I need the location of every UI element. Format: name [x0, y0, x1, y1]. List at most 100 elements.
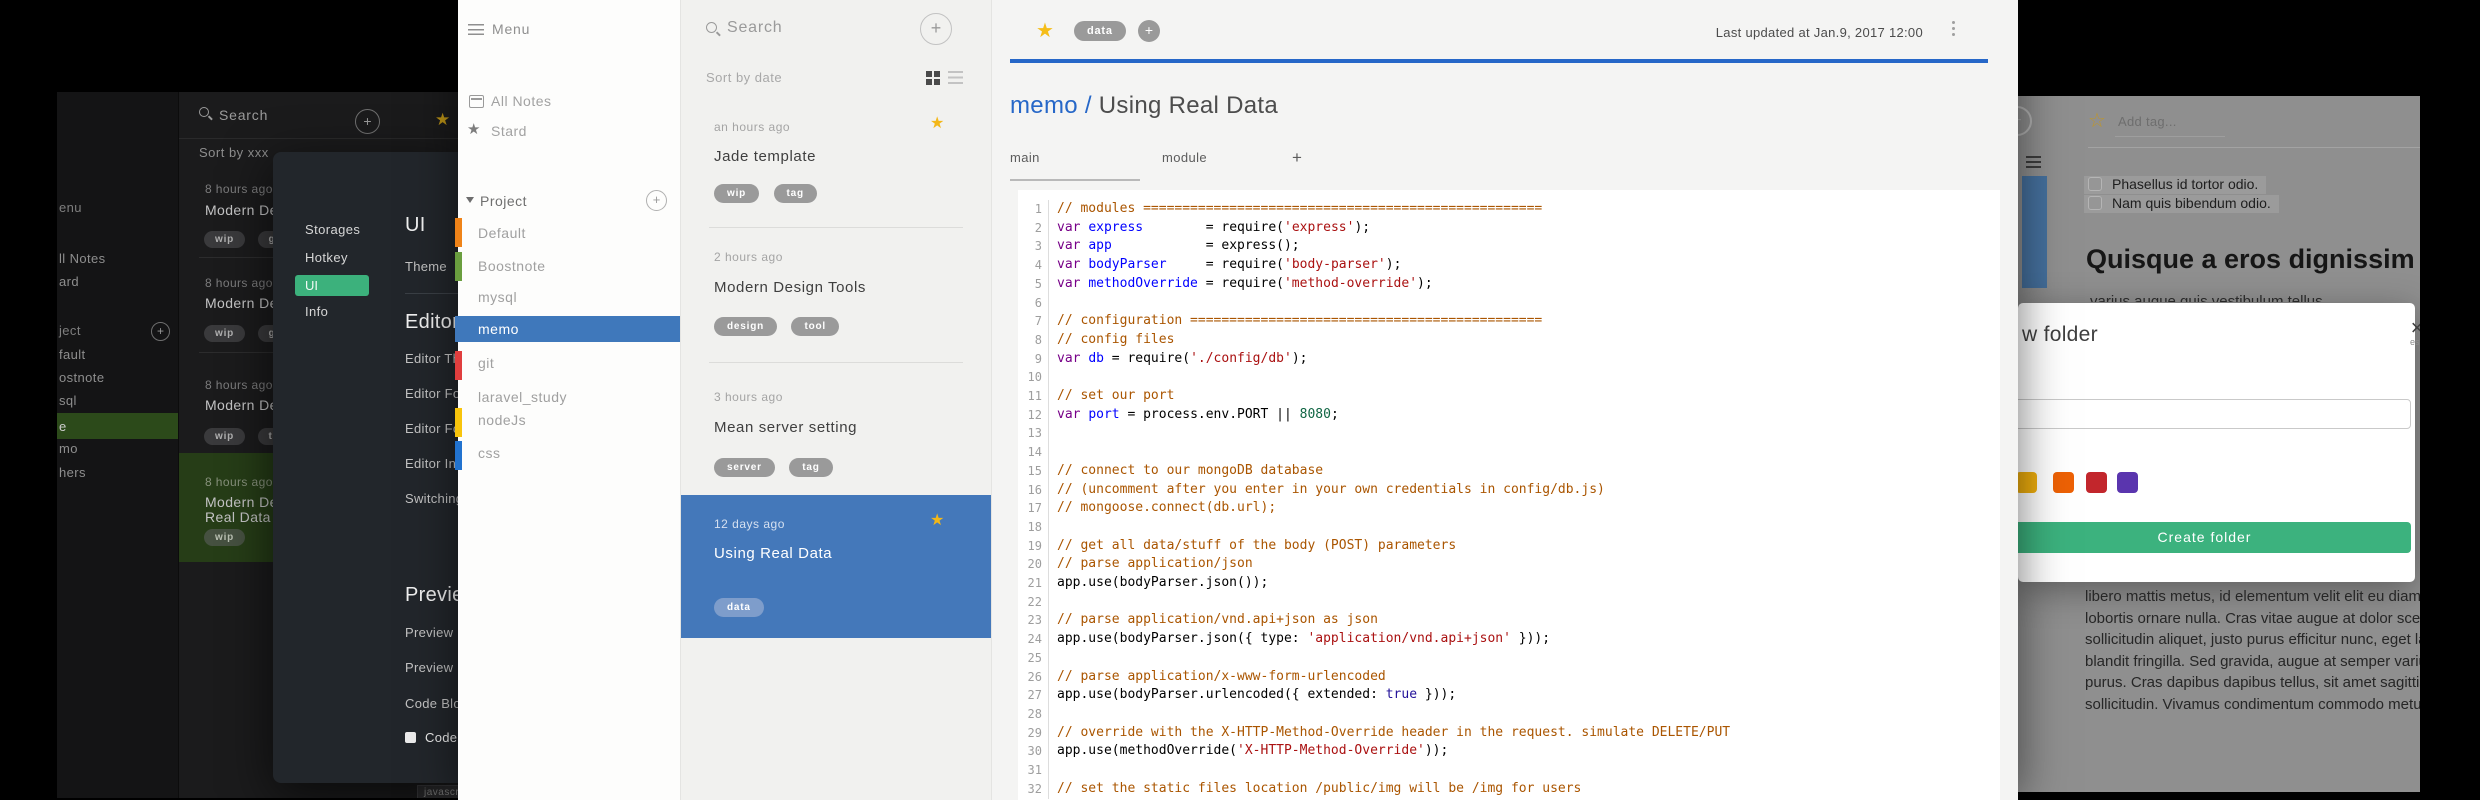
folder-name-input[interactable] — [2018, 399, 2411, 429]
checkbox-checked-icon[interactable] — [405, 732, 416, 743]
sidebar-item-starred[interactable]: Stard — [491, 123, 527, 139]
color-swatch[interactable] — [2018, 472, 2037, 493]
note-title[interactable]: Modern Design Tools — [714, 279, 866, 296]
todo-row[interactable]: Phasellus id tortor odio. — [2084, 176, 2267, 194]
window-main-app: Menu All Notes ★ Stard Project + Default… — [455, 0, 2018, 800]
kebab-menu-icon[interactable] — [1952, 21, 1955, 39]
create-folder-button[interactable]: Create folder — [2018, 522, 2411, 553]
settings-nav-hotkey[interactable]: Hotkey — [305, 250, 348, 265]
settings-nav-info[interactable]: Info — [305, 304, 328, 319]
menu-icon[interactable] — [468, 24, 484, 35]
settings-codeblock-label: Code Blo — [405, 696, 458, 711]
color-swatch[interactable] — [2053, 472, 2074, 493]
sort-dropdown[interactable]: Sort by date — [706, 70, 782, 85]
chevron-down-icon[interactable] — [466, 197, 474, 203]
sidebar-folder-boostnote[interactable]: Boostnote — [478, 258, 546, 274]
esc-hint: esc — [2409, 337, 2420, 347]
list-view-icon[interactable] — [2026, 156, 2041, 168]
new-tab-button[interactable]: + — [1292, 148, 1302, 168]
sidebar-folder-laravel-study[interactable]: laravel_study — [478, 389, 567, 405]
sidebar-folder-memo-selected[interactable]: memo — [455, 316, 680, 342]
add-tag-input[interactable]: Add tag... — [2118, 114, 2177, 129]
dark-new-note-button[interactable]: + — [355, 109, 380, 134]
list-view-icon[interactable] — [948, 71, 963, 84]
selected-note-edge[interactable] — [2022, 176, 2047, 288]
star-icon[interactable]: ★ — [930, 510, 944, 530]
note-tag-badge[interactable]: data — [1074, 21, 1126, 41]
search-icon — [706, 22, 717, 33]
star-icon[interactable]: ★ — [435, 110, 450, 130]
sidebar-folder-mysql[interactable]: mysql — [478, 289, 517, 305]
divider — [405, 293, 458, 294]
grid-view-icon[interactable] — [926, 71, 932, 77]
add-tag-button[interactable]: + — [1138, 20, 1160, 42]
checkbox-icon[interactable] — [2088, 196, 2102, 210]
note-tags: design tool — [714, 316, 849, 336]
new-note-button[interactable]: + — [2018, 106, 2032, 136]
dark-sidebar-project-header[interactable]: ject — [59, 323, 81, 338]
note-title[interactable]: Jade template — [714, 148, 816, 165]
selected-note[interactable]: 12 days ago ★ Using Real Data data — [681, 495, 991, 638]
dark-sidebar-folder[interactable]: ostnote — [59, 370, 104, 385]
dark-add-folder-icon[interactable]: + — [151, 322, 170, 341]
note-time: 12 days ago — [714, 517, 785, 531]
dark-menu-button[interactable]: enu — [59, 200, 82, 215]
dialog-title: w folder — [2022, 323, 2098, 346]
star-icon[interactable]: ★ — [930, 113, 944, 133]
dark-sidebar-folder[interactable]: fault — [59, 347, 86, 362]
menu-label[interactable]: Menu — [492, 21, 530, 37]
sidebar: Menu All Notes ★ Stard Project + Default… — [455, 0, 680, 800]
tag: tag — [773, 184, 817, 203]
settings-nav-storages[interactable]: Storages — [305, 222, 360, 237]
tag: data — [714, 598, 764, 617]
breadcrumb-folder[interactable]: memo — [1010, 92, 1078, 119]
tag: wip — [714, 184, 760, 203]
dark-search-bar[interactable]: Search + — [179, 92, 458, 139]
code-editor[interactable]: 1// modules ============================… — [1018, 190, 2000, 800]
settings-checkbox-row[interactable]: Code B — [405, 730, 458, 745]
settings-section-title: UI — [405, 214, 426, 236]
sidebar-folder-default[interactable]: Default — [478, 225, 526, 241]
tab-main[interactable]: main — [1010, 150, 1140, 181]
settings-panel: Storages Hotkey UI Info UI Theme Editor … — [273, 152, 458, 783]
dark-sidebar-folder-selected[interactable]: e — [57, 413, 178, 439]
note-paragraph: libero mattis metus, id elementum velit … — [2085, 588, 2420, 713]
dark-sidebar-folder[interactable]: sql — [59, 393, 77, 408]
todo-row[interactable]: Nam quis bibendum odio. — [2084, 195, 2279, 213]
sidebar-folder-css[interactable]: css — [478, 445, 501, 461]
tag: wip — [204, 529, 246, 546]
settings-preview-label: Preview F — [405, 625, 458, 640]
sidebar-folder-nodejs[interactable]: nodeJs — [478, 412, 526, 428]
dark-sidebar-item-all-notes[interactable]: ll Notes — [59, 251, 106, 266]
search-icon — [199, 107, 209, 117]
star-icon: ★ — [467, 121, 481, 138]
dark-sidebar-item-starred[interactable]: ard — [59, 274, 79, 289]
star-outline-icon[interactable]: ☆ — [2088, 108, 2106, 133]
color-swatch[interactable] — [2117, 472, 2138, 493]
dialog-close-button[interactable]: × esc — [2402, 317, 2420, 348]
sidebar-folder-git[interactable]: git — [478, 355, 494, 371]
checkbox-icon[interactable] — [2088, 177, 2102, 191]
note-time: 8 hours ago — [205, 378, 273, 392]
add-folder-button[interactable]: + — [646, 190, 667, 211]
sidebar-item-all-notes[interactable]: All Notes — [491, 93, 552, 109]
note-time: an hours ago — [714, 120, 791, 134]
dark-language-mode-chip[interactable]: javascri — [417, 785, 458, 798]
tag: tag — [789, 458, 833, 477]
settings-nav-ui-active[interactable]: UI — [295, 275, 369, 296]
tag: wip — [204, 231, 246, 248]
new-note-button[interactable]: + — [920, 13, 952, 45]
dark-sort-dropdown[interactable]: Sort by xxx — [199, 145, 269, 160]
star-icon[interactable]: ★ — [1036, 18, 1054, 43]
note-title-line2: Real Data — [205, 509, 271, 525]
sidebar-project-header[interactable]: Project — [480, 193, 527, 209]
settings-editor-theme-label: Editor The — [405, 351, 458, 366]
note-title[interactable]: Mean server setting — [714, 419, 857, 436]
color-swatch[interactable] — [2086, 472, 2107, 493]
tab-module[interactable]: module — [1162, 150, 1292, 165]
accent-rule — [1010, 59, 1988, 63]
search-input[interactable]: Search — [727, 19, 783, 37]
dark-sidebar-folder[interactable]: mo — [59, 441, 78, 456]
dark-sidebar-folder[interactable]: hers — [59, 465, 86, 480]
settings-editor-fontsize-label: Editor Fo — [405, 386, 458, 401]
